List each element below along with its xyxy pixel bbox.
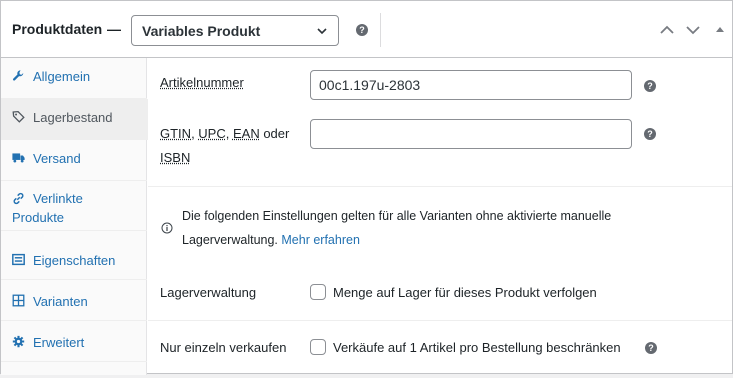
learn-more-link[interactable]: Mehr erfahren xyxy=(281,233,360,247)
section-divider xyxy=(148,186,732,187)
tag-icon xyxy=(12,110,25,123)
tab-lagerbestand[interactable]: Lagerbestand xyxy=(1,99,148,140)
grid-icon xyxy=(12,294,25,307)
tab-varianten[interactable]: Varianten xyxy=(1,280,147,321)
tab-label-line2: Produkte xyxy=(12,210,65,225)
section-divider xyxy=(148,320,732,321)
sold-individually-checkbox-label[interactable]: Verkäufe auf 1 Artikel pro Bestellung be… xyxy=(333,340,621,355)
help-icon[interactable]: ? xyxy=(645,342,657,354)
manage-stock-label: Lagerverwaltung xyxy=(160,285,257,300)
tab-allgemein[interactable]: Allgemein xyxy=(1,58,147,99)
product-data-tabs: Allgemein Lagerbestand Versand Verlinkte… xyxy=(1,58,148,375)
sku-input[interactable] xyxy=(310,70,632,100)
link-icon xyxy=(13,192,24,205)
help-icon[interactable]: ? xyxy=(644,128,656,140)
tab-label: Varianten xyxy=(33,294,88,309)
chevron-down-icon xyxy=(317,27,327,34)
panel-header: Produktdaten — Variables Produkt ? xyxy=(1,1,732,58)
help-icon[interactable]: ? xyxy=(644,80,656,92)
product-type-value: Variables Produkt xyxy=(142,22,261,39)
tab-label: Versand xyxy=(33,151,81,166)
manage-stock-checkbox[interactable] xyxy=(310,284,326,300)
list-icon xyxy=(12,253,25,266)
move-down-icon[interactable] xyxy=(685,22,701,38)
gear-icon xyxy=(12,335,25,348)
collapse-toggle-icon[interactable] xyxy=(712,22,728,38)
panel-title: Produktdaten xyxy=(12,21,103,37)
tab-erweitert[interactable]: Erweitert xyxy=(1,321,147,362)
tab-eigenschaften[interactable]: Eigenschaften xyxy=(1,239,147,280)
tab-label: Lagerbestand xyxy=(33,110,113,125)
move-up-icon[interactable] xyxy=(659,22,675,38)
tab-verlinkte-produkte[interactable]: Verlinkte Produkte xyxy=(1,181,147,231)
sku-label: Artikelnummer xyxy=(160,75,244,90)
help-icon[interactable]: ? xyxy=(356,24,368,36)
tab-label: Eigenschaften xyxy=(33,253,116,268)
tab-label: Erweitert xyxy=(33,335,85,350)
tab-label: Allgemein xyxy=(33,69,91,84)
product-type-select[interactable]: Variables Produkt xyxy=(131,15,339,46)
tab-label-line1: Verlinkte xyxy=(33,191,83,206)
sold-individually-checkbox[interactable] xyxy=(310,339,326,355)
product-data-panel: Produktdaten — Variables Produkt ? Allge… xyxy=(0,0,733,375)
stock-notice: Die folgenden Einstellungen gelten für a… xyxy=(182,209,612,247)
wrench-icon xyxy=(12,70,24,81)
truck-icon xyxy=(12,153,25,163)
sold-individually-label: Nur einzeln verkaufen xyxy=(160,340,287,355)
header-divider xyxy=(380,13,381,47)
info-icon xyxy=(161,222,173,234)
tab-versand[interactable]: Versand xyxy=(1,140,147,181)
gtin-input[interactable] xyxy=(310,119,632,149)
manage-stock-checkbox-label[interactable]: Menge auf Lager für dieses Produkt verfo… xyxy=(333,285,597,300)
title-dash: — xyxy=(107,21,121,37)
gtin-label: GTIN, UPC, EAN oder ISBN xyxy=(160,126,290,165)
inventory-panel: Artikelnummer ? GTIN, UPC, EAN oderISBN … xyxy=(148,58,732,375)
